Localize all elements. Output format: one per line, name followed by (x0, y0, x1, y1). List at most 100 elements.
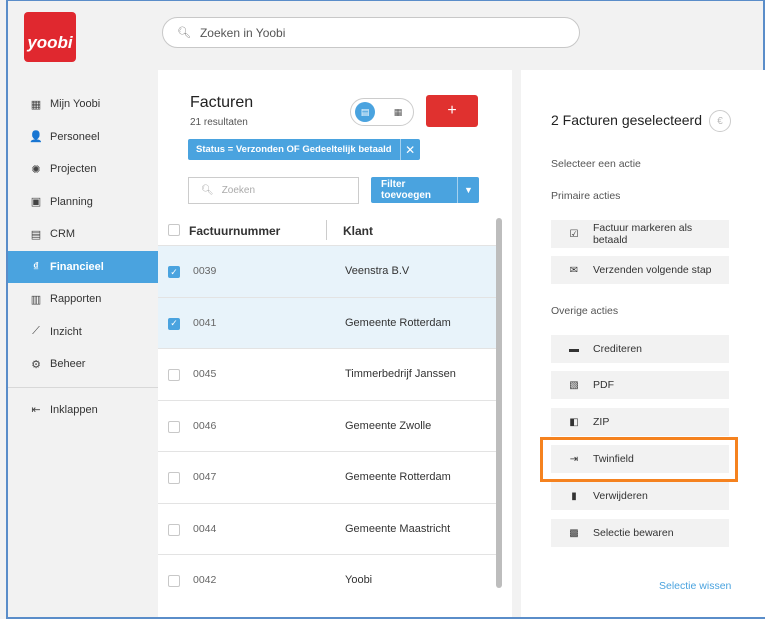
sidebar-item-label: Projecten (50, 163, 97, 176)
euro-icon[interactable]: € (709, 110, 731, 132)
sidebar-item-crm[interactable]: ▤ CRM (8, 218, 158, 251)
action-pdf-button[interactable]: ▧ PDF (551, 371, 729, 399)
crm-icon: ▤ (30, 228, 42, 241)
yoobi-logo[interactable]: yoobi (24, 12, 76, 62)
sidebar-item-financieel[interactable]: ₫ Financieel (8, 250, 158, 283)
table-row[interactable]: 0044 Gemeente Maastricht (158, 502, 498, 555)
list-search-placeholder: Zoeken (221, 185, 256, 196)
bar-chart-icon: ▥ (30, 293, 42, 306)
sidebar-item-mijn-yoobi[interactable]: ▦ Mijn Yoobi (8, 88, 158, 121)
column-header-number[interactable]: Factuurnummer (189, 224, 280, 238)
sidebar-item-inzicht[interactable]: ⟋ Inzicht (8, 316, 158, 349)
chevron-down-icon[interactable]: ▼ (457, 177, 479, 203)
sidebar-item-label: CRM (50, 228, 76, 241)
page-title: Facturen (190, 94, 254, 111)
sidebar-item-label: Inzicht (50, 325, 82, 338)
sidebar-item-inklappen[interactable]: ⇤ Inklappen (8, 394, 158, 427)
invoice-list-panel: Facturen 21 resultaten ▤ ▦ + Status = Ve… (158, 70, 512, 619)
add-filter-button[interactable]: Filter toevoegen ▼ (371, 177, 479, 203)
column-divider (326, 220, 327, 240)
table-row[interactable]: 0047 Gemeente Rotterdam (158, 451, 498, 503)
row-checkbox[interactable] (168, 420, 180, 433)
action-factuur-markeren-als-betaald-button[interactable]: ☑ Factuur markeren als betaald (551, 220, 729, 248)
result-count: 21 resultaten (190, 117, 248, 128)
sidebar-item-planning[interactable]: ▣ Planning (8, 186, 158, 219)
sidebar-divider (8, 386, 158, 388)
trash-icon: ▮ (571, 490, 577, 502)
table-row[interactable]: 0042 Yoobi (158, 554, 498, 606)
view-toggle[interactable]: ▤ ▦ (350, 98, 414, 126)
person-icon: 👤 (29, 131, 43, 144)
action-label: Factuur markeren als betaald (592, 222, 693, 246)
sidebar-item-label: Beheer (50, 358, 86, 371)
client-name: Yoobi (345, 574, 373, 586)
action-crediteren-button[interactable]: ▬ Crediteren (551, 335, 729, 363)
search-placeholder: Zoeken in Yoobi (199, 25, 286, 40)
action-label: Selectie bewaren (593, 527, 674, 539)
sidebar-item-label: Personeel (50, 130, 100, 143)
highlight-box (540, 437, 738, 482)
list-search-input[interactable]: 🔍︎ Zoeken (188, 177, 359, 204)
table-row[interactable]: ✓ 0039 Veenstra B.V (158, 245, 498, 297)
gear-icon: ⚙ (31, 358, 41, 371)
close-icon[interactable]: ✕ (399, 139, 420, 160)
sidebar-item-label: Planning (50, 195, 93, 208)
add-filter-label: Filter toevoegen (381, 179, 432, 201)
sidebar: ▦ Mijn Yoobi 👤 Personeel ✺ Projecten ▣ Planning… (8, 88, 158, 426)
invoice-number: 0042 (193, 574, 217, 586)
table-row[interactable]: 0046 Gemeente Zwolle (158, 399, 498, 452)
finance-icon: ₫ (33, 260, 39, 273)
list-view-icon[interactable]: ▤ (355, 102, 375, 122)
client-name: Gemeente Rotterdam (345, 471, 451, 483)
sidebar-item-beheer[interactable]: ⚙ Beheer (8, 348, 158, 381)
row-checkbox[interactable] (168, 369, 180, 381)
table-header: Factuurnummer Klant (158, 216, 498, 245)
zip-icon: ◧ (569, 416, 579, 428)
actions-panel: 2 Facturen geselecteerd € Selecteer een … (521, 70, 765, 619)
pdf-icon: ▧ (569, 379, 579, 391)
sidebar-item-label: Financieel (50, 260, 104, 273)
row-checkbox[interactable] (168, 523, 180, 536)
clear-selection-link[interactable]: Selectie wissen (659, 580, 731, 592)
select-all-checkbox[interactable] (168, 224, 180, 236)
action-label: Verzenden volgende stap (593, 264, 712, 276)
search-icon: 🔍︎ (201, 185, 214, 196)
invoice-number: 0046 (193, 419, 217, 432)
row-checkbox[interactable] (168, 472, 180, 484)
action-selectie-bewaren-button[interactable]: ▩ Selectie bewaren (551, 519, 729, 547)
filter-chip: Status = Verzonden OF Gedeeltelijk betaa… (188, 139, 420, 160)
invoice-number: 0047 (193, 471, 217, 483)
choose-action-label: Selecteer een actie (551, 158, 641, 170)
row-checkbox[interactable] (168, 575, 180, 587)
selection-title: 2 Facturen geselecteerd (551, 112, 702, 128)
action-verzenden-volgende-stap-button[interactable]: ✉ Verzenden volgende stap (551, 256, 729, 284)
line-chart-icon: ⟋ (32, 325, 40, 338)
column-header-client[interactable]: Klant (343, 224, 373, 238)
action-label: ZIP (593, 416, 610, 428)
sidebar-item-label: Rapporten (50, 293, 102, 306)
table-row[interactable]: 0045 Timmerbedrijf Janssen (158, 348, 498, 400)
action-zip-button[interactable]: ◧ ZIP (551, 408, 729, 436)
sidebar-item-label: Inklappen (50, 403, 98, 416)
collapse-icon: ⇤ (31, 404, 41, 417)
invoice-number: 0039 (193, 265, 217, 277)
row-checkbox[interactable]: ✓ (168, 317, 180, 330)
table-row[interactable]: ✓ 0041 Gemeente Rotterdam (158, 296, 498, 348)
action-verwijderen-button[interactable]: ▮ Verwijderen (551, 482, 729, 510)
invoice-rows: ✓ 0039 Veenstra B.V ✓ 0041 Gemeente Rotterdam… (158, 245, 498, 606)
action-label: Crediteren (593, 343, 643, 355)
global-search-input[interactable]: 🔍︎ Zoeken in Yoobi (162, 17, 580, 48)
row-checkbox[interactable]: ✓ (168, 266, 180, 278)
sidebar-item-projecten[interactable]: ✺ Projecten (8, 153, 158, 186)
client-name: Gemeente Maastricht (345, 522, 451, 535)
table-view-icon[interactable]: ▦ (389, 103, 407, 121)
primary-actions-label: Primaire acties (551, 190, 621, 202)
other-actions-label: Overige acties (551, 305, 619, 317)
sidebar-item-rapporten[interactable]: ▥ Rapporten (8, 283, 158, 316)
add-invoice-button[interactable]: + (426, 95, 478, 127)
credit-card-icon: ▬ (569, 343, 579, 355)
calendar-icon: ▣ (30, 196, 42, 209)
sidebar-item-personeel[interactable]: 👤 Personeel (8, 121, 158, 154)
client-name: Gemeente Rotterdam (345, 316, 451, 329)
scrollbar[interactable] (496, 218, 502, 588)
